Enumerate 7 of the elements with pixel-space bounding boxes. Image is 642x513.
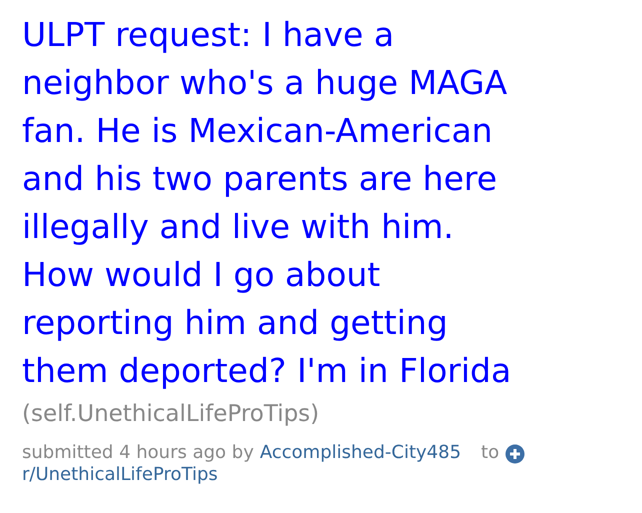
author-link[interactable]: Accomplished-City485	[260, 442, 462, 462]
subscribe-plus-icon[interactable]	[505, 444, 526, 464]
to-text: to	[481, 442, 500, 462]
subreddit-link[interactable]: r/UnethicalLifeProTips	[22, 464, 218, 485]
submitted-text: submitted 4 hours ago by	[22, 442, 254, 462]
post-title[interactable]: ULPT request: I have a neighbor who's a huge MAGA fan. He is Mexican-American and his two parents are here illegally and live with him. How would I go about reporting him and getting them deported? I'm in Florida	[22, 11, 512, 395]
post-domain: (self.UnethicalLifeProTips)	[22, 401, 320, 427]
